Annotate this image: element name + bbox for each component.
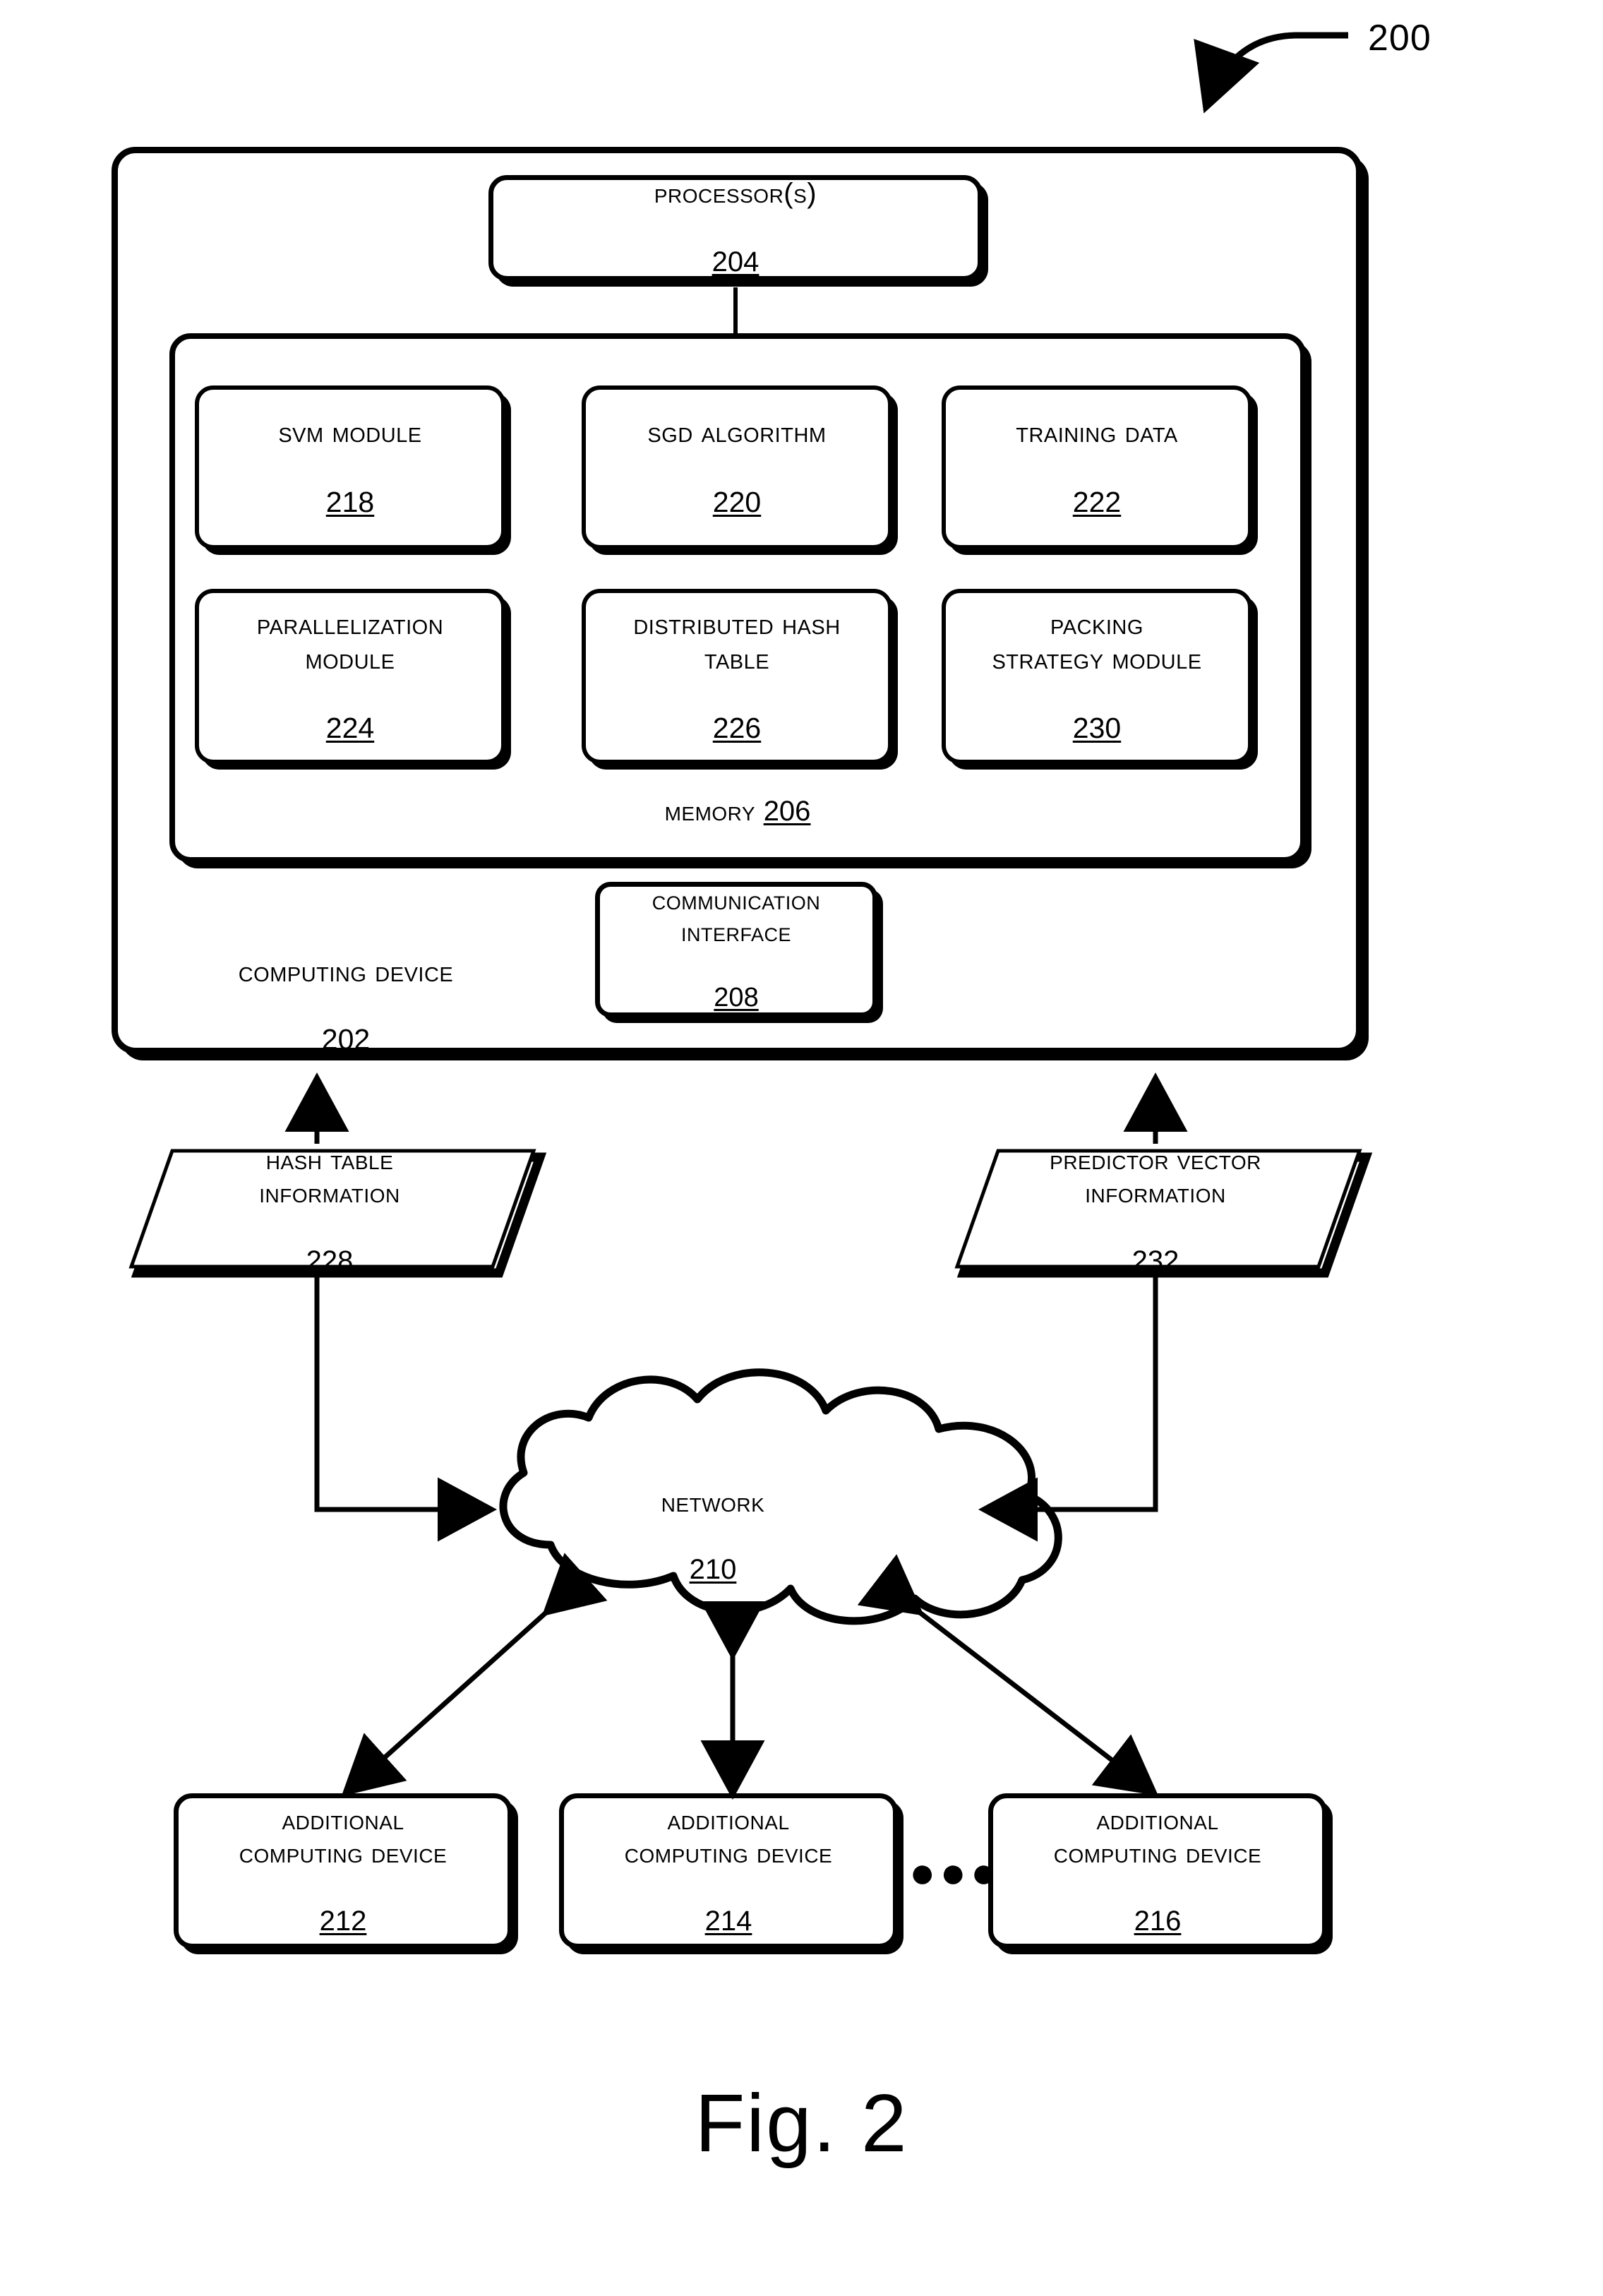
- predictor-vector-information-shape: Predictor Vector Information 232: [951, 1144, 1373, 1278]
- system-reference-number: 200: [1368, 18, 1431, 59]
- computing-device-ref: 202: [321, 1023, 371, 1056]
- additional-computing-device-212-box: Additional Computing Device 212: [174, 1793, 512, 1949]
- communication-interface-box: Communication Interface 208: [595, 882, 877, 1017]
- sgd-algorithm-box: SGD Algorithm 220: [582, 385, 892, 549]
- figure-caption: Fig. 2: [695, 2077, 908, 2169]
- training-data-label: Training Data: [1016, 416, 1178, 449]
- additional-computing-device-216-box: Additional Computing Device 216: [988, 1793, 1327, 1949]
- sgd-algorithm-ref: 220: [712, 486, 762, 519]
- additional-computing-device-214-ref: 214: [704, 1906, 752, 1937]
- svm-module-ref: 218: [325, 486, 375, 519]
- additional-computing-device-216-label: Additional Computing Device: [1053, 1804, 1262, 1869]
- computing-device-label: Computing Device: [238, 955, 454, 988]
- processor-box: Processor(s) 204: [488, 175, 983, 281]
- communication-interface-label: Communication Interface: [652, 886, 821, 948]
- processor-label: Processor(s): [654, 178, 817, 210]
- distributed-hash-table-ref: 226: [712, 712, 762, 745]
- network-label: Network: [661, 1487, 765, 1518]
- parallelization-module-label: Parallelization Module: [256, 608, 444, 675]
- additional-computing-device-214-box: Additional Computing Device 214: [559, 1793, 898, 1949]
- network-ref: 210: [689, 1554, 737, 1586]
- memory-caption: Memory 206: [664, 796, 811, 827]
- distributed-hash-table-box: Distributed Hash Table 226: [582, 589, 892, 764]
- hash-table-information-label: Hash Table Information: [259, 1144, 400, 1209]
- additional-computing-device-216-ref: 216: [1134, 1906, 1182, 1937]
- communication-interface-ref: 208: [714, 982, 759, 1012]
- parallelization-module-box: Parallelization Module 224: [195, 589, 505, 764]
- additional-computing-device-214-label: Additional Computing Device: [624, 1804, 833, 1869]
- predictor-vector-information-ref: 232: [1131, 1245, 1179, 1277]
- predictor-vector-information-label: Predictor Vector Information: [1050, 1144, 1261, 1209]
- sgd-algorithm-label: SGD Algorithm: [647, 416, 827, 449]
- training-data-box: Training Data 222: [942, 385, 1252, 549]
- additional-computing-device-212-ref: 212: [319, 1906, 367, 1937]
- figure-canvas: 200 Processor(s) 204 SVM Module 218 SGD …: [0, 0, 1603, 2296]
- svm-module-box: SVM Module 218: [195, 385, 505, 549]
- training-data-ref: 222: [1072, 486, 1122, 519]
- processor-ref: 204: [712, 246, 760, 277]
- packing-strategy-module-label: Packing Strategy Module: [992, 608, 1202, 675]
- packing-strategy-module-box: Packing Strategy Module 230: [942, 589, 1252, 764]
- packing-strategy-module-ref: 230: [1072, 712, 1122, 745]
- additional-computing-device-212-label: Additional Computing Device: [239, 1804, 448, 1869]
- parallelization-module-ref: 224: [325, 712, 375, 745]
- distributed-hash-table-label: Distributed Hash Table: [633, 608, 841, 675]
- ellipsis-indicator: ●●●: [909, 1848, 1002, 1897]
- svm-module-label: SVM Module: [278, 416, 422, 449]
- hash-table-information-shape: Hash Table Information 228: [126, 1144, 547, 1278]
- hash-table-information-ref: 228: [306, 1245, 354, 1277]
